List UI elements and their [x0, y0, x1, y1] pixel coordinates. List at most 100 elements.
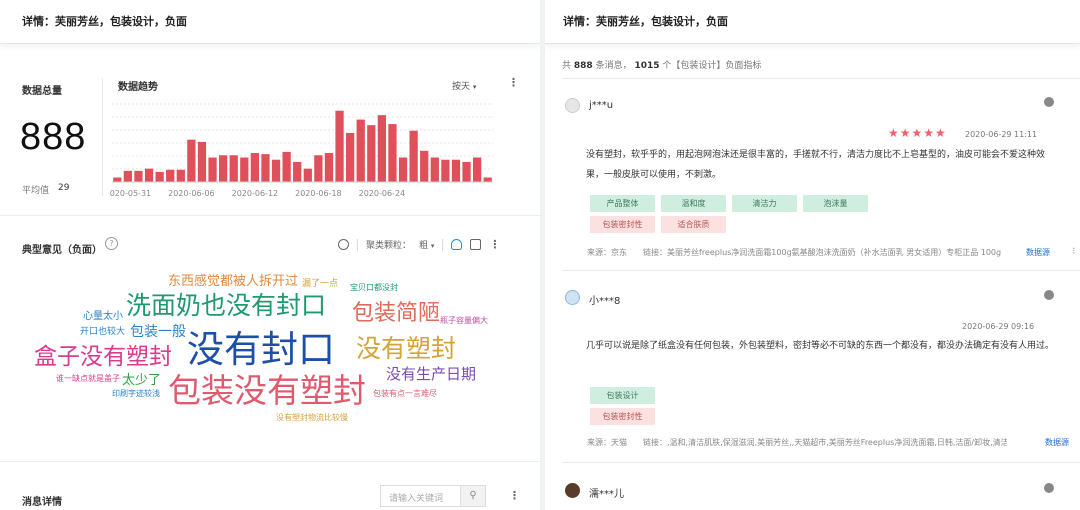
- cloud-word[interactable]: 漏了一点: [302, 280, 338, 289]
- cloud-word[interactable]: 宝贝口都没封: [350, 284, 398, 292]
- search-icon[interactable]: ⚲: [460, 485, 486, 507]
- chart-bar[interactable]: [303, 168, 312, 182]
- granularity-label: 聚类颗粒：: [366, 241, 412, 251]
- chart-bar[interactable]: [293, 161, 302, 182]
- chart-bar[interactable]: [144, 168, 154, 182]
- total-value: 888: [20, 116, 87, 158]
- tag-positive[interactable]: 包装设计: [590, 387, 655, 404]
- review-source: 来源：天猫 链接：,温和,清洁肌肤,保湿滋润,美丽芳丝,,天猫超市,美丽芳丝Fr…: [587, 438, 1007, 447]
- divider: [0, 461, 540, 462]
- count-suffix: 个【包装设计】负面指标: [662, 61, 762, 71]
- cloud-word[interactable]: 太少了: [122, 374, 161, 387]
- chart-bar[interactable]: [356, 119, 365, 182]
- chart-bar[interactable]: [472, 157, 482, 182]
- chart-bar[interactable]: [208, 157, 217, 182]
- x-tick-label: 2020-06-18: [295, 189, 342, 198]
- cloud-word[interactable]: 心量太小: [83, 312, 123, 322]
- chart-bar[interactable]: [398, 157, 408, 182]
- chart-bar[interactable]: [261, 154, 270, 182]
- opinions-title: 典型意见（负面）: [22, 245, 102, 256]
- help-icon[interactable]: ?: [105, 237, 118, 250]
- chart-bar[interactable]: [409, 130, 418, 182]
- cloud-word[interactable]: 没有生产日期: [386, 367, 476, 382]
- review-date: 2020-06-29 11:11: [965, 130, 1038, 139]
- chart-bar[interactable]: [335, 110, 344, 182]
- tag-positive[interactable]: 泡沫量: [803, 195, 868, 212]
- tag-positive[interactable]: 产品整体: [590, 195, 655, 212]
- chart-bar[interactable]: [197, 141, 207, 182]
- cloud-word[interactable]: 包装有点一言难尽: [373, 390, 437, 398]
- chart-bar[interactable]: [123, 170, 133, 182]
- cloud-word[interactable]: 没有封口: [187, 331, 335, 368]
- chart-bar[interactable]: [345, 132, 355, 182]
- chart-bar[interactable]: [218, 155, 228, 182]
- cloud-word[interactable]: 印刷字迹较浅: [112, 390, 160, 398]
- chart-bar[interactable]: [229, 155, 238, 182]
- messages-title: 消息详情: [22, 497, 62, 508]
- chart-bar[interactable]: [271, 159, 281, 182]
- tag-positive[interactable]: 清洁力: [732, 195, 797, 212]
- tag-negative[interactable]: 适合肤质: [661, 216, 726, 233]
- more-icon[interactable]: ⋮: [509, 489, 520, 502]
- chart-bar[interactable]: [451, 159, 461, 182]
- cloud-word[interactable]: 瓶子容量偏大: [440, 317, 488, 325]
- granularity-value: 粗: [419, 241, 429, 251]
- cloud-word[interactable]: 没有塑封物流比较慢: [276, 414, 348, 422]
- login-icon[interactable]: [338, 239, 349, 250]
- cloud-word[interactable]: 开口也较大: [80, 328, 125, 337]
- rating-stars: ★★★★★: [888, 126, 947, 140]
- chart-bar[interactable]: [367, 125, 376, 182]
- chart-bar[interactable]: [377, 115, 387, 182]
- cloud-icon[interactable]: [451, 239, 463, 250]
- user-name: j***u: [589, 100, 614, 111]
- source-link[interactable]: 数据源: [1045, 437, 1069, 448]
- divider: [0, 215, 540, 216]
- chart-bar[interactable]: [166, 169, 175, 182]
- chart-bar[interactable]: [155, 171, 164, 182]
- granularity-select[interactable]: 按天 ▾: [452, 79, 476, 92]
- chart-bar[interactable]: [430, 157, 439, 182]
- chart-bar[interactable]: [314, 155, 323, 182]
- chart-bar[interactable]: [240, 157, 249, 182]
- chart-bar[interactable]: [187, 139, 196, 182]
- cloud-word[interactable]: 盒子没有塑封: [34, 346, 172, 369]
- more-icon[interactable]: ⠇: [1072, 247, 1078, 256]
- more-icon[interactable]: ⋮: [508, 76, 519, 89]
- cloud-word[interactable]: 包装没有塑封: [168, 374, 366, 407]
- avatar: [565, 483, 580, 498]
- tag-negative[interactable]: 包装密封性: [590, 216, 655, 233]
- chart-bar[interactable]: [134, 170, 143, 182]
- avg-value: 29: [58, 183, 70, 193]
- cloud-word[interactable]: 洗面奶也没有封口: [126, 293, 326, 318]
- cloud-word[interactable]: 谁一缺点就是盖子: [56, 375, 120, 383]
- page-title: 详情：芙丽芳丝，包装设计，负面: [545, 0, 1080, 44]
- cloud-word[interactable]: 没有塑封: [356, 336, 456, 361]
- x-tick-label: 2020-05-31: [110, 189, 151, 198]
- chart-bar[interactable]: [441, 159, 450, 182]
- more-icon[interactable]: ⋮: [489, 238, 500, 251]
- list-icon[interactable]: [470, 239, 482, 250]
- cloud-word[interactable]: 东西感觉都被人拆开过: [168, 275, 298, 288]
- tag-negative[interactable]: 包装密封性: [590, 408, 655, 425]
- chart-bar[interactable]: [113, 177, 122, 182]
- chart-bar[interactable]: [462, 161, 471, 182]
- chart-bar[interactable]: [483, 177, 492, 182]
- review-tags: 产品整体 温和度 清洁力 泡沫量 包装密封性 适合肤质: [590, 195, 930, 233]
- stats-section: 数据总量 888 平均值 29 数据趋势 按天 ▾ ⋮ 2020-05-3120…: [0, 70, 540, 210]
- tag-positive[interactable]: 温和度: [661, 195, 726, 212]
- left-panel: 详情：芙丽芳丝，包装设计，负面 数据总量 888 平均值 29 数据趋势 按天 …: [0, 0, 540, 510]
- user-name: 小***8: [589, 296, 621, 307]
- cloud-word[interactable]: 包装一般: [130, 325, 186, 339]
- chart-bar[interactable]: [282, 151, 291, 182]
- chart-bar[interactable]: [176, 169, 185, 182]
- granularity-dropdown[interactable]: 粗 ▾: [419, 238, 434, 251]
- chart-bar[interactable]: [324, 153, 334, 182]
- chart-bar[interactable]: [388, 124, 397, 182]
- total-title: 数据总量: [22, 86, 62, 97]
- chart-bar[interactable]: [250, 153, 260, 182]
- chevron-down-icon: ▾: [430, 242, 435, 250]
- chart-bar[interactable]: [420, 150, 429, 182]
- source-link[interactable]: 数据源: [1026, 247, 1050, 258]
- count-mid: 条消息，: [595, 61, 632, 71]
- cloud-word[interactable]: 包装简陋: [352, 303, 440, 325]
